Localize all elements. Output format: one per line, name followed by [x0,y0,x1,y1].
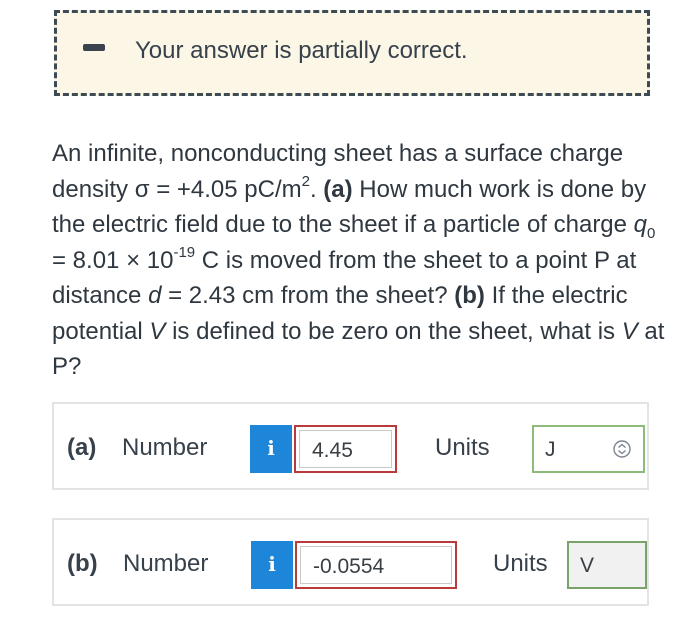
charge-symbol: q [633,211,648,238]
part-label: (a) [67,434,97,461]
number-input-a[interactable]: 4.45 [294,425,397,473]
potential-symbol: V [621,317,638,345]
info-button[interactable]: i [251,541,293,589]
feedback-banner: Your answer is partially correct. [54,10,650,96]
exponent: -19 [173,243,196,261]
question-segment: = 8.01 × 10 [52,246,174,274]
answer-row-a: (a) Number i 4.45 Units J [52,402,649,490]
part-a-tag: (a) [323,175,353,203]
units-value: V [580,554,595,577]
info-icon: i [268,552,276,576]
number-input-b[interactable]: -0.0554 [295,541,457,589]
potential-symbol: V [149,317,166,345]
number-label: Number [123,550,209,577]
distance-symbol: d [148,282,162,309]
units-select-a[interactable]: J [532,425,645,473]
question-superscript: 2 [301,172,310,190]
units-value: J [545,438,556,461]
feedback-message: Your answer is partially correct. [135,37,468,64]
info-button[interactable]: i [250,425,292,473]
units-select-b[interactable]: V [567,541,647,589]
chevron-up-down-icon [613,440,631,458]
question-text: An infinite, nonconducting sheet has a s… [52,136,672,385]
part-label: (b) [67,550,98,577]
number-value: -0.0554 [313,555,385,578]
number-value: 4.45 [312,439,353,462]
question-segment: . [309,175,324,203]
charge-subscript: 0 [647,224,656,242]
number-label: Number [122,434,208,461]
info-icon: i [267,436,275,460]
question-segment: is defined to be zero on the sheet, what… [165,317,622,345]
units-label: Units [435,434,490,461]
part-b-tag: (b) [454,282,485,309]
question-segment: = 2.43 cm from the sheet? [161,282,455,309]
units-label: Units [493,550,548,577]
minus-icon [83,44,105,51]
page: Your answer is partially correct. An inf… [0,0,700,627]
answer-row-b: (b) Number i -0.0554 Units V [52,518,649,606]
